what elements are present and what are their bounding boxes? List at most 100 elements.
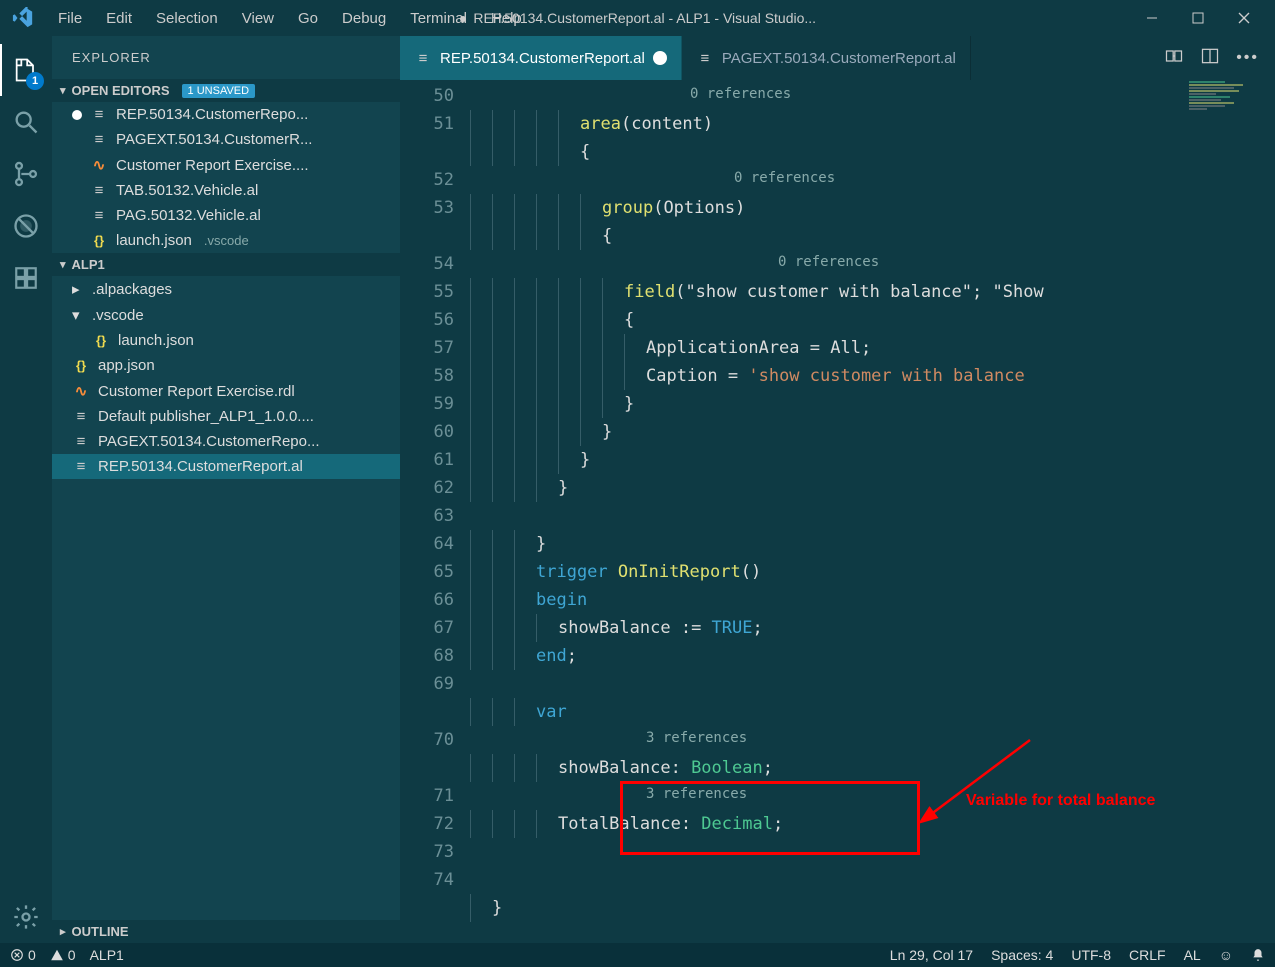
chevron-down-icon: ▾ xyxy=(72,306,84,324)
unsaved-badge: 1 UNSAVED xyxy=(182,84,256,98)
project-label: ALP1 xyxy=(72,257,105,272)
codelens[interactable]: 0 references xyxy=(470,82,1275,110)
rss-icon: ∿ xyxy=(72,382,90,400)
debug-activity-icon[interactable] xyxy=(0,200,52,252)
chevron-down-icon: ▾ xyxy=(60,258,66,271)
minimap[interactable] xyxy=(1185,80,1275,280)
open-editors-list: ≡ REP.50134.CustomerRepo... ≡ PAGEXT.501… xyxy=(52,102,400,253)
file-label: PAGEXT.50134.CustomerRepo... xyxy=(98,433,320,450)
status-spaces[interactable]: Spaces: 4 xyxy=(991,947,1053,963)
line-gutter: 5051525354555657585960616263646566676869… xyxy=(400,80,470,943)
open-editors-header[interactable]: ▾ OPEN EDITORS 1 UNSAVED xyxy=(52,79,400,102)
open-editor-item[interactable]: ∿ Customer Report Exercise.... xyxy=(52,152,400,178)
file-label: app.json xyxy=(98,357,155,374)
tab-actions: ••• xyxy=(1148,36,1275,80)
explorer-title: EXPLORER xyxy=(52,36,400,79)
project-header[interactable]: ▾ ALP1 xyxy=(52,253,400,276)
window-title-text: REP.50134.CustomerReport.al - ALP1 - Vis… xyxy=(473,10,816,26)
status-warnings[interactable]: 0 xyxy=(50,947,76,963)
status-lncol[interactable]: Ln 29, Col 17 xyxy=(890,947,973,963)
file-label: REP.50134.CustomerRepo... xyxy=(116,106,308,123)
split-editor-icon[interactable] xyxy=(1200,46,1220,71)
status-bar: 0 0 ALP1 Ln 29, Col 17 Spaces: 4 UTF-8 C… xyxy=(0,943,1275,967)
file-icon: ≡ xyxy=(90,106,108,123)
menu-file[interactable]: File xyxy=(46,4,94,33)
file-label: PAG.50132.Vehicle.al xyxy=(116,207,261,224)
codelens[interactable]: 3 references xyxy=(470,726,1275,754)
tab-label: PAGEXT.50134.CustomerReport.al xyxy=(722,50,956,67)
status-errors[interactable]: 0 xyxy=(10,947,36,963)
explorer-sidebar: EXPLORER ▾ OPEN EDITORS 1 UNSAVED ≡ REP.… xyxy=(52,36,400,943)
file-suffix: .vscode xyxy=(204,233,249,248)
codelens[interactable]: 0 references xyxy=(470,250,1275,278)
open-editor-item[interactable]: ≡ REP.50134.CustomerRepo... xyxy=(52,102,400,127)
json-icon: {} xyxy=(90,233,108,248)
source-control-activity-icon[interactable] xyxy=(0,148,52,200)
file-icon: ≡ xyxy=(90,182,108,199)
settings-gear-icon[interactable] xyxy=(0,891,52,943)
rss-icon: ∿ xyxy=(90,156,108,174)
menu-view[interactable]: View xyxy=(230,4,286,33)
menu-debug[interactable]: Debug xyxy=(330,4,398,33)
folder-label: .alpackages xyxy=(92,281,172,298)
status-project[interactable]: ALP1 xyxy=(90,947,124,963)
chevron-right-icon: ▸ xyxy=(60,925,66,938)
folder-label: .vscode xyxy=(92,307,144,324)
compare-changes-icon[interactable] xyxy=(1164,46,1184,71)
menu-edit[interactable]: Edit xyxy=(94,4,144,33)
file-item[interactable]: ∿ Customer Report Exercise.rdl xyxy=(52,378,400,404)
codelens[interactable]: 0 references xyxy=(470,166,1275,194)
file-icon: ≡ xyxy=(90,207,108,224)
more-actions-icon[interactable]: ••• xyxy=(1236,49,1259,67)
project-tree: ▸ .alpackages ▾ .vscode {} launch.json {… xyxy=(52,276,400,479)
open-editor-item[interactable]: {} launch.json .vscode xyxy=(52,228,400,253)
warnings-count: 0 xyxy=(68,947,76,963)
feedback-smiley-icon[interactable]: ☺ xyxy=(1219,947,1233,963)
dirty-dot-icon: ● xyxy=(459,10,467,26)
chevron-down-icon: ▾ xyxy=(60,84,66,97)
folder-item[interactable]: ▾ .vscode xyxy=(52,302,400,328)
tab-inactive[interactable]: ≡ PAGEXT.50134.CustomerReport.al xyxy=(682,36,971,80)
code-editor[interactable]: 5051525354555657585960616263646566676869… xyxy=(400,80,1275,943)
dirty-dot-icon[interactable] xyxy=(653,51,667,65)
editor-group: ≡ REP.50134.CustomerReport.al ≡ PAGEXT.5… xyxy=(400,36,1275,943)
file-icon: ≡ xyxy=(72,433,90,450)
file-icon: ≡ xyxy=(72,408,90,425)
file-item[interactable]: {} launch.json xyxy=(52,328,400,353)
menu-go[interactable]: Go xyxy=(286,4,330,33)
file-label: REP.50134.CustomerReport.al xyxy=(98,458,303,475)
extensions-activity-icon[interactable] xyxy=(0,252,52,304)
file-item[interactable]: ≡ PAGEXT.50134.CustomerRepo... xyxy=(52,429,400,454)
dirty-dot-icon xyxy=(72,110,82,120)
minimize-button[interactable] xyxy=(1129,0,1175,36)
file-label: launch.json xyxy=(116,232,192,249)
file-item[interactable]: ≡ REP.50134.CustomerReport.al xyxy=(52,454,400,479)
menu-selection[interactable]: Selection xyxy=(144,4,230,33)
file-label: Default publisher_ALP1_1.0.0.... xyxy=(98,408,314,425)
file-label: launch.json xyxy=(118,332,194,349)
tab-active[interactable]: ≡ REP.50134.CustomerReport.al xyxy=(400,36,682,80)
maximize-button[interactable] xyxy=(1175,0,1221,36)
open-editor-item[interactable]: ≡ TAB.50132.Vehicle.al xyxy=(52,178,400,203)
annotation-text: Variable for total balance xyxy=(966,787,1155,815)
close-button[interactable] xyxy=(1221,0,1267,36)
file-item[interactable]: {} app.json xyxy=(52,353,400,378)
file-icon: ≡ xyxy=(696,50,714,67)
search-activity-icon[interactable] xyxy=(0,96,52,148)
code-content[interactable]: 0 references area(content) { 0 reference… xyxy=(470,80,1275,943)
notifications-bell-icon[interactable] xyxy=(1251,948,1265,962)
activity-bar: 1 xyxy=(0,36,52,943)
status-eol[interactable]: CRLF xyxy=(1129,947,1166,963)
open-editor-item[interactable]: ≡ PAG.50132.Vehicle.al xyxy=(52,203,400,228)
folder-item[interactable]: ▸ .alpackages xyxy=(52,276,400,302)
file-icon: ≡ xyxy=(90,131,108,148)
file-label: TAB.50132.Vehicle.al xyxy=(116,182,258,199)
outline-header[interactable]: ▸ OUTLINE xyxy=(52,920,400,943)
explorer-activity-icon[interactable]: 1 xyxy=(0,44,52,96)
open-editor-item[interactable]: ≡ PAGEXT.50134.CustomerR... xyxy=(52,127,400,152)
status-encoding[interactable]: UTF-8 xyxy=(1071,947,1111,963)
editor-tabs: ≡ REP.50134.CustomerReport.al ≡ PAGEXT.5… xyxy=(400,36,1275,80)
file-item[interactable]: ≡ Default publisher_ALP1_1.0.0.... xyxy=(52,404,400,429)
status-language[interactable]: AL xyxy=(1184,947,1201,963)
file-label: PAGEXT.50134.CustomerR... xyxy=(116,131,312,148)
